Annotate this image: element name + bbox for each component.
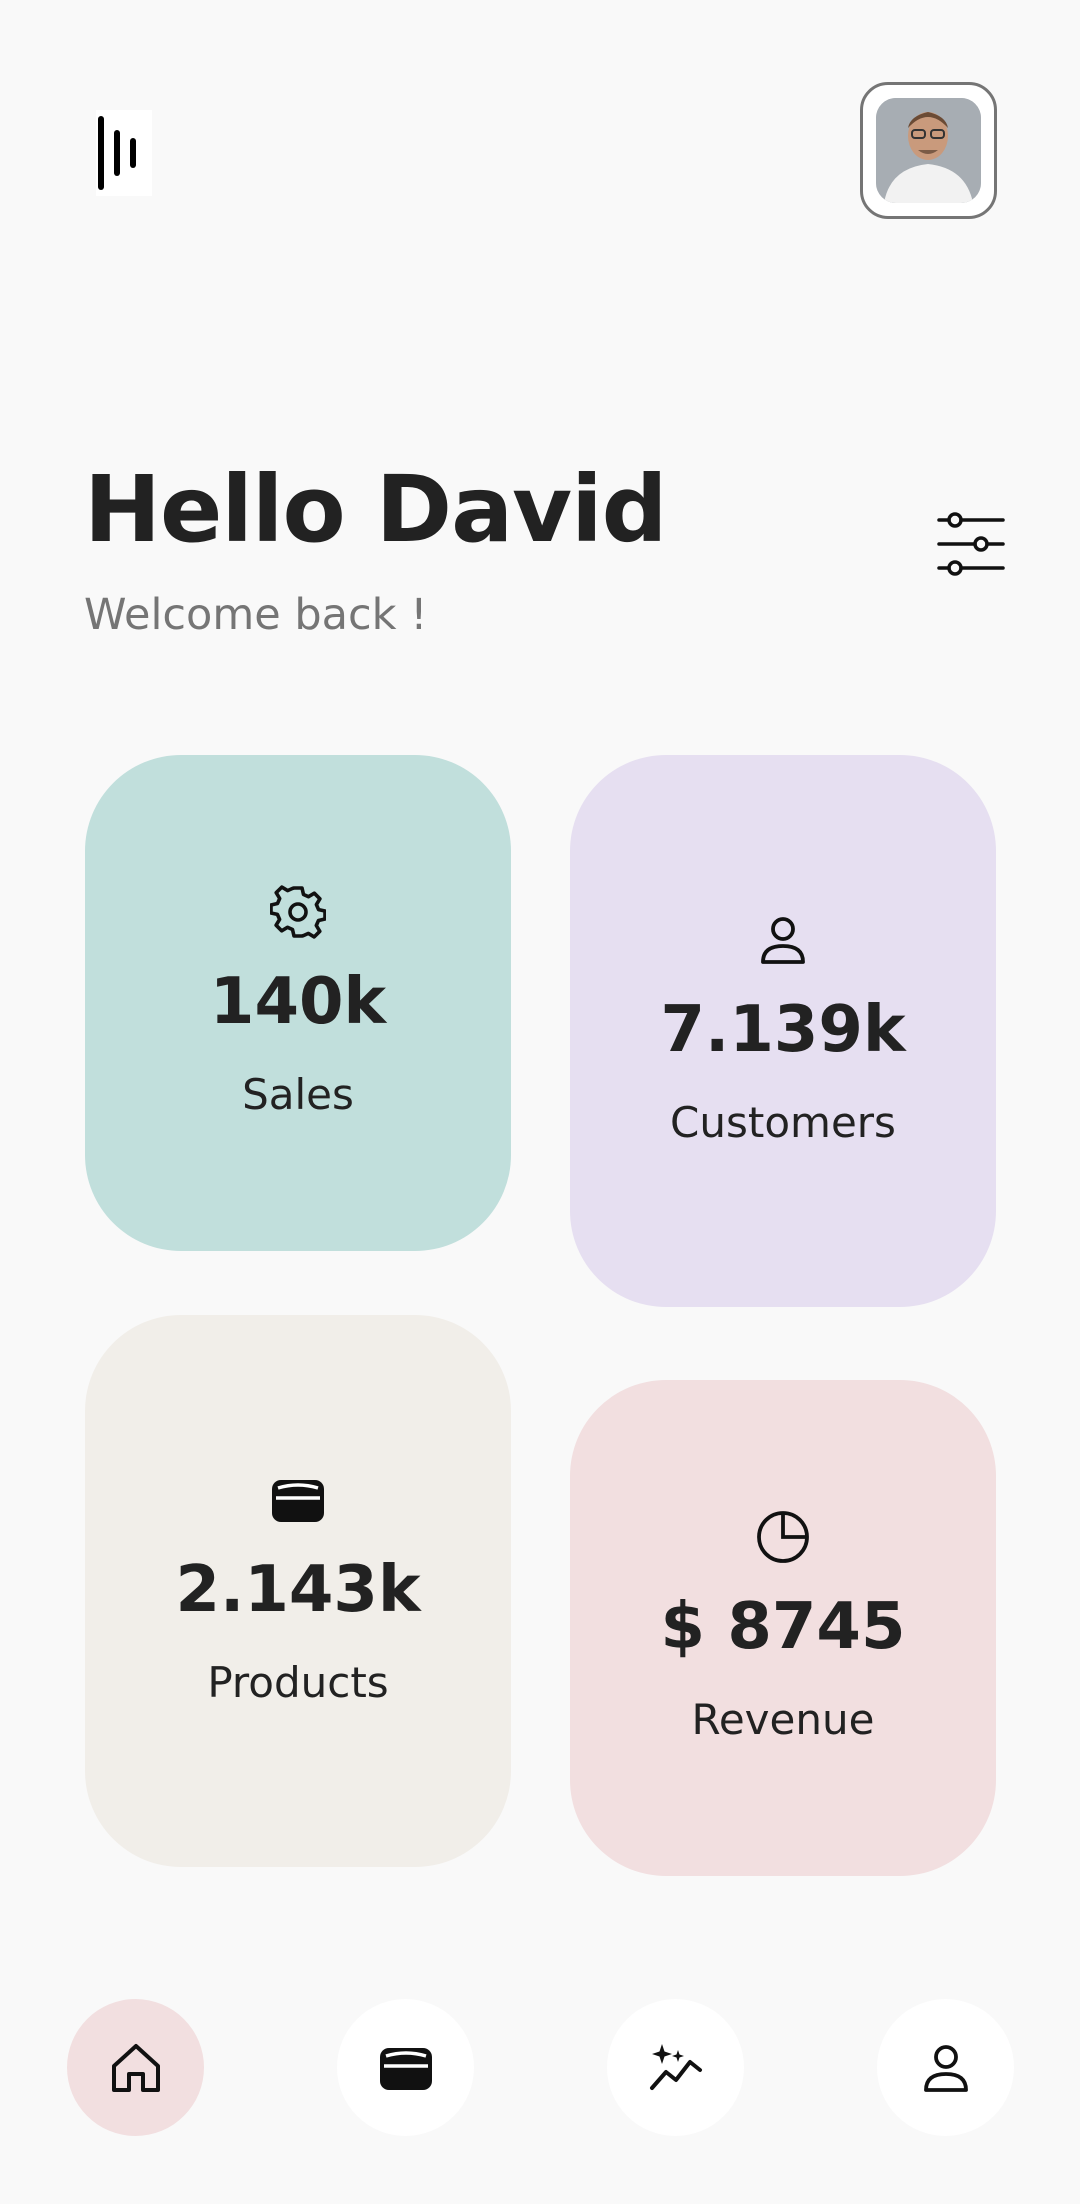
wallet-icon: [379, 2047, 432, 2090]
nav-insights-button[interactable]: [607, 1999, 744, 2136]
customers-label: Customers: [670, 1098, 896, 1147]
revenue-card[interactable]: $ 8745 Revenue: [570, 1380, 996, 1876]
nav-profile-button[interactable]: [877, 1999, 1014, 2136]
products-card[interactable]: 2.143k Products: [85, 1315, 511, 1867]
products-label: Products: [207, 1658, 389, 1707]
sliders-icon: [937, 512, 1005, 576]
gear-icon: [270, 885, 326, 939]
sparkle-chart-icon: [649, 2043, 702, 2090]
home-icon: [111, 2043, 160, 2092]
nav-home-button[interactable]: [67, 1999, 204, 2136]
app-logo-icon: [96, 110, 152, 196]
page-title: Hello David: [84, 456, 668, 563]
avatar: [876, 98, 981, 203]
revenue-label: Revenue: [691, 1695, 875, 1744]
person-icon: [761, 917, 805, 964]
sales-card[interactable]: 140k Sales: [85, 755, 511, 1251]
nav-wallet-button[interactable]: [337, 1999, 474, 2136]
sales-value: 140k: [209, 965, 387, 1039]
filter-button[interactable]: [935, 510, 1007, 578]
wallet-icon: [272, 1480, 324, 1522]
revenue-value: $ 8745: [660, 1590, 906, 1664]
pie-chart-icon: [757, 1511, 809, 1563]
profile-avatar-button[interactable]: [860, 82, 997, 219]
sales-label: Sales: [242, 1070, 354, 1119]
person-icon: [923, 2044, 968, 2092]
customers-value: 7.139k: [660, 993, 906, 1067]
products-value: 2.143k: [175, 1553, 421, 1627]
welcome-subtitle: Welcome back !: [84, 590, 428, 640]
customers-card[interactable]: 7.139k Customers: [570, 755, 996, 1307]
